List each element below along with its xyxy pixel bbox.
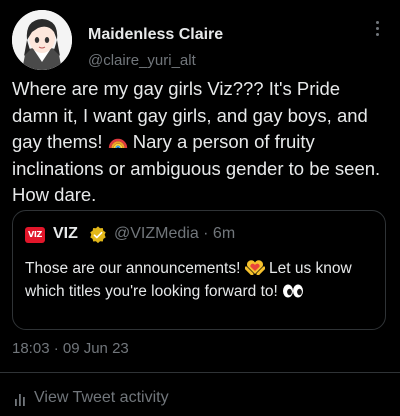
more-options-icon[interactable]: [372, 18, 382, 40]
view-tweet-activity-label: View Tweet activity: [34, 389, 169, 406]
analytics-bar-icon: [15, 394, 25, 406]
rainbow-emoji: [108, 138, 127, 149]
verified-badge-icon: [90, 226, 106, 244]
quoted-handle-time[interactable]: @VIZMedia · 6m: [114, 225, 235, 243]
eyes-emoji: [283, 284, 304, 298]
quoted-tweet-header: VIZ VIZ @VIZMedia · 6m: [25, 225, 375, 247]
quoted-text-part1: Those are our announcements!: [25, 260, 245, 277]
tweet-header: Maidenless Claire @claire_yuri_alt: [12, 10, 388, 70]
divider: [0, 372, 400, 373]
author-display-name[interactable]: Maidenless Claire: [88, 26, 223, 44]
quoted-author-name[interactable]: VIZ: [53, 225, 78, 243]
author-handle[interactable]: @claire_yuri_alt: [88, 52, 196, 69]
hands-heart-emoji: [244, 260, 265, 275]
tweet-timestamp[interactable]: 18:03 · 09 Jun 23: [12, 340, 129, 357]
quoted-tweet[interactable]: VIZ VIZ @VIZMedia · 6m Those are our ann…: [12, 210, 386, 330]
viz-logo[interactable]: VIZ: [25, 227, 45, 243]
quoted-tweet-text: Those are our announcements! Let us know…: [25, 257, 375, 303]
tweet-text: Where are my gay girls Viz??? It's Pride…: [12, 76, 390, 209]
avatar[interactable]: [12, 10, 72, 70]
